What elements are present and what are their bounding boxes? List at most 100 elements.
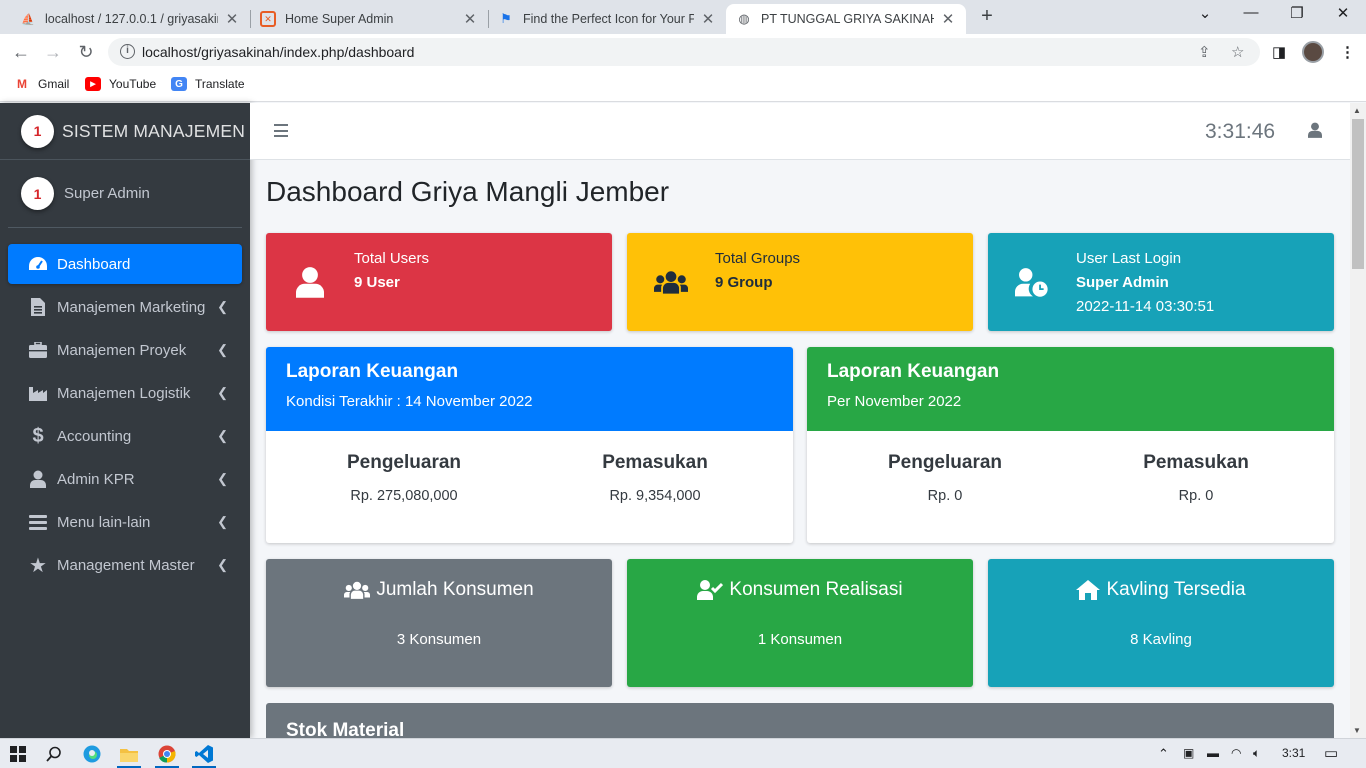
reload-button[interactable]: ↻: [75, 41, 97, 63]
stat-box-value: 8 Kavling: [1130, 631, 1192, 648]
restore-button[interactable]: ❐: [1274, 4, 1320, 22]
stat-box-kavling-tersedia: Kavling Tersedia 8 Kavling: [988, 559, 1334, 687]
sidebar-item-label: Manajemen Marketing: [57, 298, 206, 316]
info-box-label: Total Groups: [715, 250, 801, 267]
sidebar-item-accounting[interactable]: $ Accounting ❮: [8, 416, 242, 456]
bookmark-gmail[interactable]: M Gmail: [14, 77, 69, 91]
sidebar-item-dashboard[interactable]: Dashboard: [8, 244, 242, 284]
card-title: Laporan Keuangan: [827, 361, 1000, 382]
expense-value: Rp. 275,080,000: [350, 488, 458, 504]
tab-search-icon[interactable]: ⌄: [1182, 4, 1228, 22]
stat-box-value: 1 Konsumen: [757, 631, 843, 648]
bookmark-label: YouTube: [109, 77, 157, 91]
file-icon: [28, 297, 48, 317]
brand-link[interactable]: 1 SISTEM MANAJEMEN: [0, 103, 250, 160]
chrome-menu-icon[interactable]: ⋮: [1340, 43, 1355, 61]
tray-clock[interactable]: 3:31: [1282, 746, 1305, 760]
expense-column: Pengeluaran Rp. 275,080,000: [304, 452, 504, 504]
browser-tab-home-super-admin[interactable]: ✕ Home Super Admin ✕: [250, 4, 488, 34]
close-tab-icon[interactable]: ✕: [940, 10, 956, 28]
browser-tab-phpmyadmin[interactable]: ⛵ localhost / 127.0.0.1 / griyasakinah ✕: [10, 4, 250, 34]
user-name[interactable]: Super Admin: [64, 185, 150, 202]
scroll-thumb[interactable]: [1352, 119, 1364, 269]
share-icon[interactable]: ⇪: [1198, 43, 1211, 61]
users-icon: [654, 265, 688, 299]
brand-text: SISTEM MANAJEMEN: [62, 120, 246, 141]
close-window-button[interactable]: ✕: [1320, 4, 1366, 22]
dollar-icon: $: [32, 424, 44, 447]
user-icon: [28, 469, 48, 489]
stat-box-header: Konsumen Realisasi: [627, 579, 973, 601]
stat-box-label: Kavling Tersedia: [1106, 579, 1246, 600]
minimize-button[interactable]: —: [1228, 4, 1274, 21]
sidebar-item-label: Accounting: [57, 427, 132, 445]
sidebar-item-management-master[interactable]: ★ Management Master ❮: [8, 545, 242, 585]
sidebar-item-manajemen-logistik[interactable]: Manajemen Logistik ❮: [8, 373, 242, 413]
expense-label: Pengeluaran: [887, 452, 1003, 473]
browser-tab-find-icon[interactable]: ⚑ Find the Perfect Icon for Your Project…: [488, 4, 726, 34]
site-info-icon[interactable]: i: [120, 44, 135, 59]
url-text[interactable]: localhost/griyasakinah/index.php/dashboa…: [142, 44, 414, 60]
info-box-label: Total Users: [354, 250, 430, 267]
info-box-label: User Last Login: [1076, 250, 1182, 267]
close-tab-icon[interactable]: ✕: [700, 10, 716, 28]
chevron-left-icon: ❮: [217, 342, 228, 357]
tray-chevron-up-icon[interactable]: ⌃: [1158, 746, 1169, 762]
tray-meet-icon[interactable]: ▣: [1183, 746, 1194, 760]
bookmark-star-icon[interactable]: ☆: [1231, 43, 1244, 61]
globe-icon: ◍: [738, 11, 750, 26]
translate-icon: G: [171, 77, 187, 91]
page-title: Dashboard Griya Mangli Jember: [266, 176, 670, 207]
stat-box-jumlah-konsumen: Jumlah Konsumen 3 Konsumen: [266, 559, 612, 687]
main-header: 3:31:46: [250, 103, 1350, 160]
stat-box-header: Jumlah Konsumen: [266, 579, 612, 601]
user-panel[interactable]: 1 Super Admin: [8, 160, 242, 228]
industry-icon: [28, 383, 48, 403]
sidebar-item-admin-kpr[interactable]: Admin KPR ❮: [8, 459, 242, 499]
chrome-icon[interactable]: [157, 744, 177, 764]
search-icon[interactable]: [44, 744, 64, 764]
income-value: Rp. 9,354,000: [609, 488, 701, 504]
sidebar-item-label: Admin KPR: [57, 470, 135, 488]
tray-wifi-icon[interactable]: ◠: [1231, 746, 1241, 760]
sidebar-item-label: Manajemen Logistik: [57, 384, 191, 402]
browser-tab-active[interactable]: ◍ PT TUNGGAL GRIYA SAKINAH - Sistem Mana…: [726, 4, 966, 34]
tray-volume-icon[interactable]: 🔈︎: [1253, 746, 1260, 761]
gmail-icon: M: [17, 77, 27, 91]
close-tab-icon[interactable]: ✕: [462, 10, 478, 28]
omnibox[interactable]: i localhost/griyasakinah/index.php/dashb…: [108, 38, 1260, 66]
file-explorer-icon[interactable]: [119, 744, 139, 764]
bookmark-youtube[interactable]: ▶ YouTube: [85, 77, 156, 91]
sidebar-item-menu-lain-lain[interactable]: Menu lain-lain ❮: [8, 502, 242, 542]
income-value: Rp. 0: [1178, 488, 1214, 504]
scroll-up-arrow[interactable]: ▲: [1353, 106, 1361, 115]
expense-column: Pengeluaran Rp. 0: [845, 452, 1045, 504]
notification-icon[interactable]: ▭: [1324, 744, 1338, 762]
side-panel-icon[interactable]: ◨: [1272, 43, 1286, 61]
tray-battery-icon[interactable]: ▬: [1207, 746, 1219, 760]
sidebar-item-manajemen-marketing[interactable]: Manajemen Marketing ❮: [8, 287, 242, 327]
sidebar-item-manajemen-proyek[interactable]: Manajemen Proyek ❮: [8, 330, 242, 370]
tab-title: Find the Perfect Icon for Your Project: [523, 12, 694, 26]
info-box-value: Super Admin: [1076, 274, 1169, 291]
stat-box-value: 3 Konsumen: [396, 631, 482, 648]
windows-start-icon[interactable]: [8, 744, 28, 764]
info-box-value: 9 User: [354, 274, 400, 291]
back-button[interactable]: ←: [10, 41, 32, 63]
bookmark-translate[interactable]: G Translate: [171, 77, 245, 91]
user-menu-icon[interactable]: [1308, 122, 1322, 143]
profile-avatar[interactable]: [1302, 41, 1324, 63]
bookmark-label: Gmail: [38, 77, 70, 91]
vscode-icon[interactable]: [194, 744, 214, 764]
edge-icon[interactable]: [82, 744, 102, 764]
new-tab-button[interactable]: +: [976, 6, 998, 28]
forward-button[interactable]: →: [42, 41, 64, 63]
hamburger-menu-icon[interactable]: [274, 124, 288, 137]
flag-icon: ⚑: [500, 11, 512, 26]
scroll-down-arrow[interactable]: ▼: [1353, 726, 1361, 735]
page-scrollbar[interactable]: ▲ ▼: [1350, 103, 1366, 738]
chevron-left-icon: ❮: [217, 557, 228, 572]
browser-tab-bar: ⛵ localhost / 127.0.0.1 / griyasakinah ✕…: [0, 0, 1366, 34]
tab-title: Home Super Admin: [285, 12, 394, 26]
close-tab-icon[interactable]: ✕: [224, 10, 240, 28]
